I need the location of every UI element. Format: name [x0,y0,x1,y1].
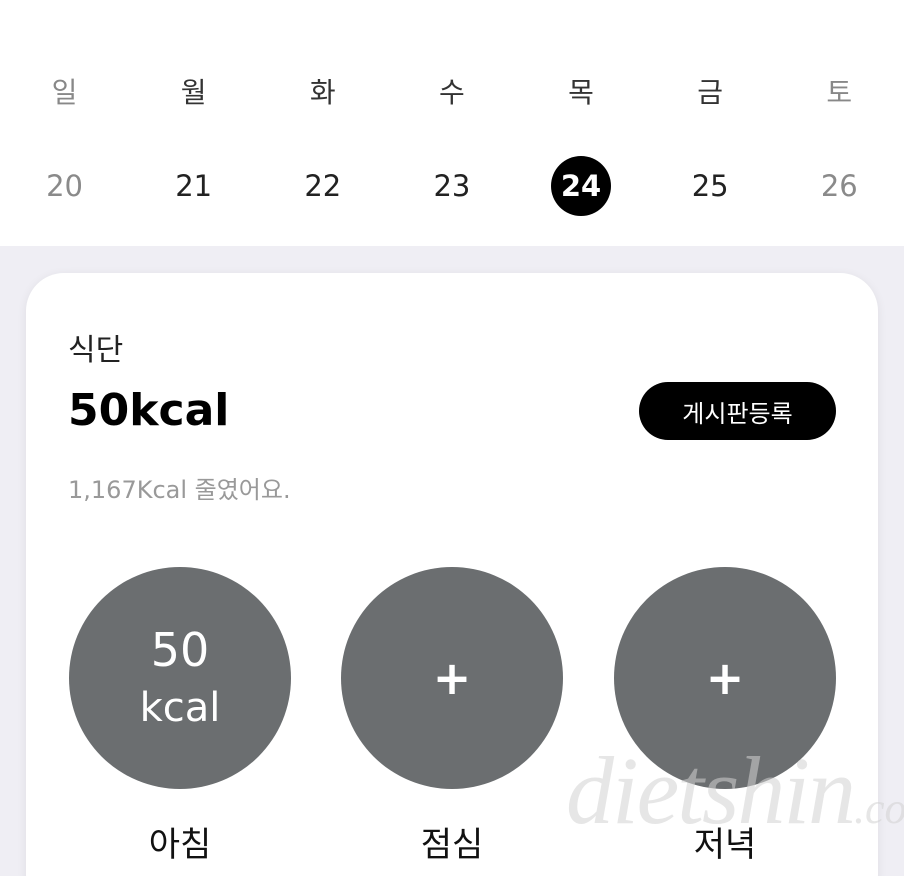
selected-date-number: 24 [551,156,612,216]
date-number: 20 [46,169,84,203]
date-row: 20 21 22 23 24 25 26 [0,155,904,217]
calorie-reduction-note: 1,167Kcal 줄였어요. [68,476,291,504]
breakfast-kcal-unit: kcal [139,685,221,731]
date-number: 23 [433,169,471,203]
date-number: 25 [691,169,729,203]
date-number: 26 [820,169,858,203]
weekday-thu: 목 [568,76,594,109]
date-cell[interactable]: 25 [646,155,775,217]
date-cell[interactable]: 21 [129,155,258,217]
weekday-row: 일 월 화 수 목 금 토 [0,70,904,112]
total-kcal: 50kcal [68,385,230,436]
date-cell-selected[interactable]: 24 [517,155,646,217]
weekday-sat: 토 [826,76,853,109]
date-cell[interactable]: 26 [775,155,904,217]
card-title: 식단 [68,333,124,368]
plus-icon: + [432,651,472,705]
date-number: 22 [304,169,342,203]
weekday-mon: 월 [180,76,207,109]
board-register-button[interactable]: 게시판등록 [639,382,836,440]
meal-breakfast: 50 kcal 아침 [69,567,291,866]
dinner-add-button[interactable]: + [614,567,836,789]
dinner-label: 저녁 [693,825,757,865]
diet-card: 식단 50kcal 게시판등록 1,167Kcal 줄였어요. 50 kcal … [26,273,878,876]
date-cell[interactable]: 20 [0,155,129,217]
plus-icon: + [705,651,745,705]
meal-lunch: + 점심 [341,567,563,866]
breakfast-label: 아침 [148,825,212,865]
weekday-tue: 화 [309,76,336,109]
meal-dinner: + 저녁 [614,567,836,866]
date-cell[interactable]: 22 [258,155,387,217]
lunch-label: 점심 [420,825,484,865]
lunch-add-button[interactable]: + [341,567,563,789]
breakfast-kcal-value: 50 [150,623,210,677]
date-cell[interactable]: 23 [387,155,516,217]
weekday-fri: 금 [697,76,724,109]
breakfast-circle[interactable]: 50 kcal [69,567,291,789]
weekday-wed: 수 [439,76,465,109]
week-header: 일 월 화 수 목 금 토 20 21 22 23 24 25 26 [0,0,904,246]
date-number: 21 [175,169,213,203]
weekday-sun: 일 [51,76,78,109]
